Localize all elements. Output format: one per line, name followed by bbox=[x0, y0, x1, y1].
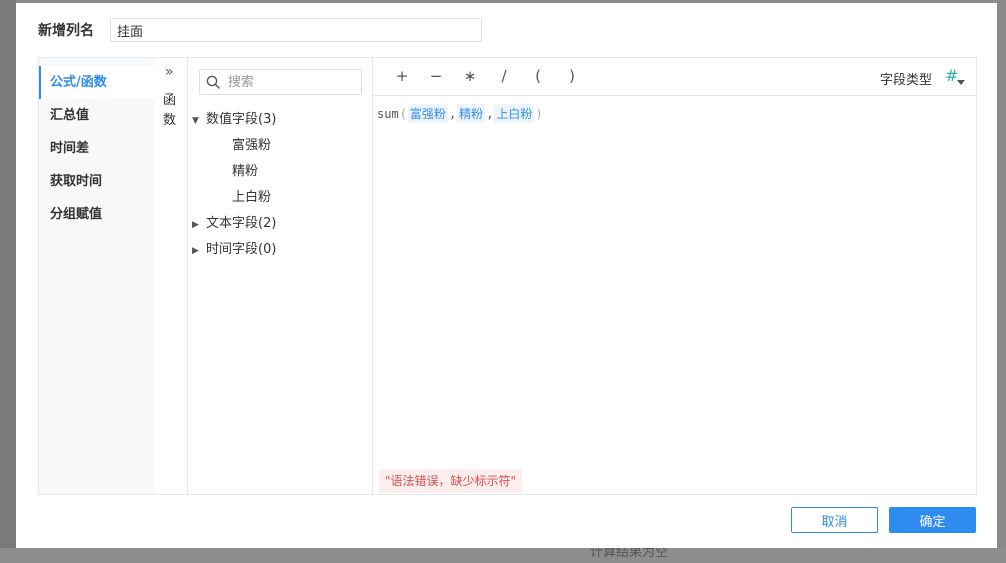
confirm-button[interactable]: 确定 bbox=[889, 507, 976, 533]
category-panel: 公式/函数 汇总值 时间差 获取时间 分组赋值 bbox=[39, 58, 155, 494]
category-get-time[interactable]: 获取时间 bbox=[39, 165, 155, 198]
add-column-dialog: 新增列名 公式/函数 汇总值 时间差 获取时间 分组赋值 » 函 数 bbox=[16, 3, 997, 548]
formula-comma: , bbox=[486, 106, 494, 121]
category-formula-function[interactable]: 公式/函数 bbox=[39, 66, 155, 99]
operator-multiply-button[interactable]: ∗ bbox=[462, 67, 478, 85]
background-overlay-left bbox=[0, 0, 16, 563]
syntax-error-message: "语法错误，缺少标示符" bbox=[379, 469, 523, 493]
tree-group-numeric[interactable]: ▼ 数值字段(3) bbox=[188, 107, 372, 133]
formula-field-token[interactable]: 富强粉 bbox=[407, 104, 448, 123]
tree-group-time[interactable]: ▶ 时间字段(0) bbox=[188, 237, 372, 263]
caret-right-icon: ▶ bbox=[192, 220, 199, 230]
column-name-row: 新增列名 bbox=[38, 18, 482, 42]
operator-plus-button[interactable]: + bbox=[394, 67, 410, 85]
tree-item-field[interactable]: 富强粉 bbox=[188, 133, 372, 159]
double-chevron-right-icon[interactable]: » bbox=[165, 64, 174, 80]
formula-field-token[interactable]: 上白粉 bbox=[494, 104, 535, 123]
caret-down-icon[interactable] bbox=[957, 80, 965, 85]
field-type-label: 字段类型 bbox=[880, 73, 933, 88]
formula-panel: + − ∗ / ( ) 字段类型 # sum ( 富强粉 , 精粉 , 上白粉 … bbox=[373, 58, 976, 494]
formula-comma: , bbox=[448, 106, 457, 121]
tree-group-text[interactable]: ▶ 文本字段(2) bbox=[188, 211, 372, 237]
search-icon bbox=[206, 75, 220, 89]
field-search-input[interactable] bbox=[226, 73, 350, 91]
operator-minus-button[interactable]: − bbox=[428, 67, 444, 85]
formula-field-token[interactable]: 精粉 bbox=[457, 104, 486, 123]
formula-open-paren: ( bbox=[399, 106, 407, 121]
category-group-assign[interactable]: 分组赋值 bbox=[39, 198, 155, 231]
field-panel: ▼数值字段(3) 富强粉 精粉 上白粉 ▶文本字段(2) ▶时间字段(0) bbox=[188, 58, 373, 494]
formula-editor: 公式/函数 汇总值 时间差 获取时间 分组赋值 » 函 数 搜索 ▼ 数值字段(… bbox=[38, 57, 977, 495]
field-tree: ▼ 数值字段(3) 富强粉 精粉 上白粉 ▶ 文本字段(2) ▶ 时间字段(0) bbox=[188, 107, 372, 263]
formula-function-name: sum bbox=[377, 106, 399, 121]
category-time-diff[interactable]: 时间差 bbox=[39, 132, 155, 165]
background-overlay-bottom bbox=[0, 548, 1006, 563]
operator-toolbar: + − ∗ / ( ) 字段类型 # bbox=[373, 58, 976, 96]
caret-down-icon: ▼ bbox=[192, 116, 199, 126]
category-summary-value[interactable]: 汇总值 bbox=[39, 99, 155, 132]
operator-open-paren-button[interactable]: ( bbox=[530, 67, 546, 85]
background-overlay-right bbox=[997, 0, 1006, 563]
formula-expression[interactable]: sum ( 富强粉 , 精粉 , 上白粉 ) bbox=[377, 104, 544, 123]
function-panel-toggle[interactable]: » 函 数 bbox=[155, 58, 188, 494]
formula-close-paren: ) bbox=[535, 106, 543, 121]
operator-divide-button[interactable]: / bbox=[496, 67, 512, 85]
tree-item-field[interactable]: 上白粉 bbox=[188, 185, 372, 211]
operator-close-paren-button[interactable]: ) bbox=[564, 67, 580, 85]
tree-item-field[interactable]: 精粉 bbox=[188, 159, 372, 185]
column-name-label: 新增列名 bbox=[38, 23, 94, 39]
column-name-input[interactable] bbox=[110, 18, 482, 42]
cancel-button[interactable]: 取消 bbox=[791, 507, 878, 533]
caret-right-icon: ▶ bbox=[192, 246, 199, 256]
function-toggle-label: 函 数 bbox=[163, 93, 177, 128]
field-search[interactable] bbox=[199, 69, 362, 95]
